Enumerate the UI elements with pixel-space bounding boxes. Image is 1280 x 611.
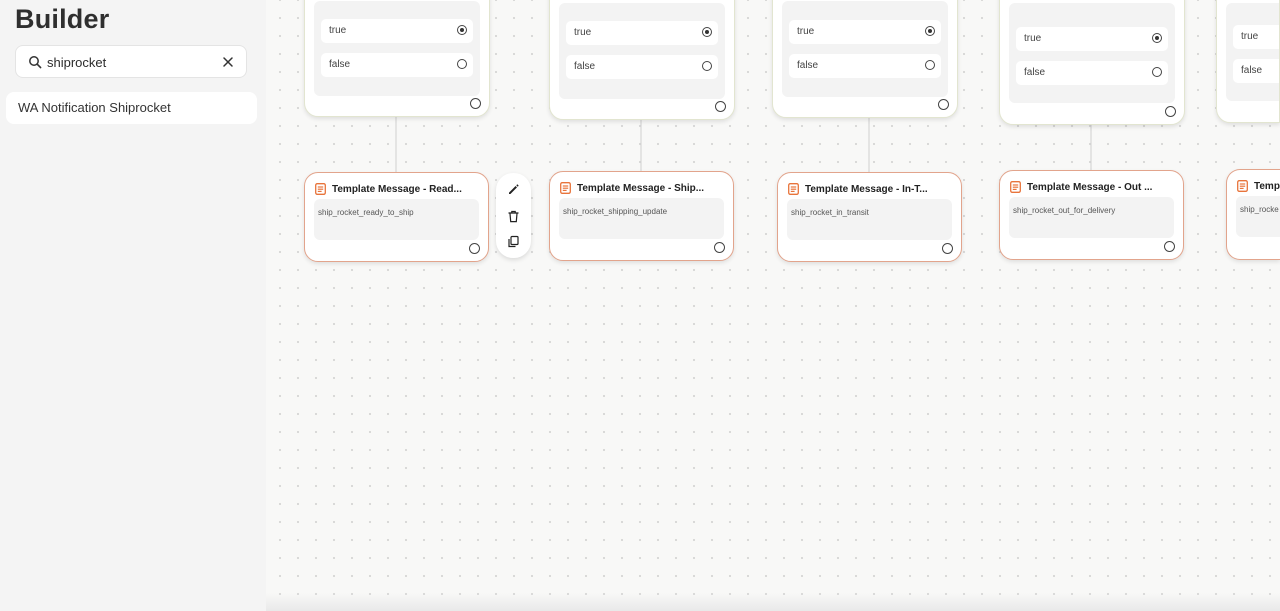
template-name: ship_rocket_shipping_update [559,198,724,239]
search-input[interactable] [47,52,217,72]
sidebar: Builder WA Notification Shiprocket [0,0,266,611]
option-true[interactable]: true [1016,27,1168,51]
template-node-title: Template Message - Read... [332,183,462,195]
template-message-node[interactable]: Template Message - In-T... ship_rocket_i… [777,172,962,262]
connection-handle[interactable] [1165,106,1176,117]
option-true[interactable]: true [566,21,718,45]
option-true[interactable]: true [789,20,941,44]
option-false[interactable]: false [1233,59,1279,83]
radio-icon[interactable] [925,60,935,70]
delete-trash-icon[interactable] [507,210,520,223]
option-label: false [1024,67,1046,78]
template-message-node[interactable]: Template Message - Out ... ship_rocket_o… [999,170,1184,260]
radio-selected-icon[interactable] [702,27,712,37]
template-node-title: Template Message - In-T... [805,183,928,195]
option-label: true [574,27,592,38]
template-name: ship_rocke [1236,196,1280,237]
template-message-icon [315,183,326,195]
condition-node[interactable]: true false [1216,0,1280,123]
radio-selected-icon[interactable] [1152,33,1162,43]
node-action-toolbar [496,173,531,258]
edit-pencil-icon[interactable] [507,183,520,196]
option-true[interactable]: true [1233,25,1279,49]
option-label: false [329,59,351,70]
condition-options: true false [314,1,480,96]
condition-options: true false [1009,3,1175,103]
option-false[interactable]: false [321,53,473,77]
option-false[interactable]: false [789,54,941,78]
condition-node[interactable]: true false [304,0,490,117]
option-true[interactable]: true [321,19,473,43]
template-message-node[interactable]: Temp ship_rocke [1226,169,1280,260]
template-message-icon [1010,181,1021,193]
connection-handle[interactable] [1164,241,1175,252]
template-message-icon [788,183,799,195]
flow-canvas[interactable]: true false true false true false true fa… [266,0,1280,611]
option-label: true [329,25,347,36]
condition-options: true false [1226,3,1279,101]
page-title: Builder [15,4,110,34]
template-node-title: Temp [1254,180,1280,192]
condition-node[interactable]: true false [549,0,735,120]
option-label: false [574,61,596,72]
connection-handle[interactable] [938,99,949,110]
search-box[interactable] [15,45,247,78]
template-message-node[interactable]: Template Message - Ship... ship_rocket_s… [549,171,734,261]
search-icon [29,56,42,69]
template-node-title: Template Message - Ship... [577,182,705,194]
radio-icon[interactable] [702,61,712,71]
radio-icon[interactable] [1152,67,1162,77]
connection-handle[interactable] [469,243,480,254]
search-result-label: WA Notification Shiprocket [18,100,171,115]
template-name: ship_rocket_in_transit [787,199,952,240]
search-result-item[interactable]: WA Notification Shiprocket [6,92,257,124]
close-icon[interactable] [220,54,236,70]
option-false[interactable]: false [1016,61,1168,85]
radio-selected-icon[interactable] [925,26,935,36]
template-name: ship_rocket_out_for_delivery [1009,197,1174,238]
template-node-title: Template Message - Out ... [1027,181,1153,193]
template-message-node[interactable]: Template Message - Read... ship_rocket_r… [304,172,489,262]
option-label: true [1241,31,1259,42]
connection-handle[interactable] [715,101,726,112]
option-label: false [1241,65,1263,76]
condition-options: true false [782,1,948,97]
radio-selected-icon[interactable] [457,25,467,35]
option-label: true [797,26,815,37]
connection-handle[interactable] [714,242,725,253]
connection-handle[interactable] [470,98,481,109]
canvas-bottom-fade [266,593,1280,611]
condition-node[interactable]: true false [772,0,958,118]
condition-options: true false [559,3,725,99]
connection-handle[interactable] [942,243,953,254]
condition-node[interactable]: true false [999,0,1185,125]
template-message-icon [1237,180,1248,192]
radio-icon[interactable] [457,59,467,69]
option-label: false [797,60,819,71]
option-false[interactable]: false [566,55,718,79]
template-name: ship_rocket_ready_to_ship [314,199,479,240]
duplicate-copy-icon[interactable] [507,235,520,248]
option-label: true [1024,33,1042,44]
template-message-icon [560,182,571,194]
